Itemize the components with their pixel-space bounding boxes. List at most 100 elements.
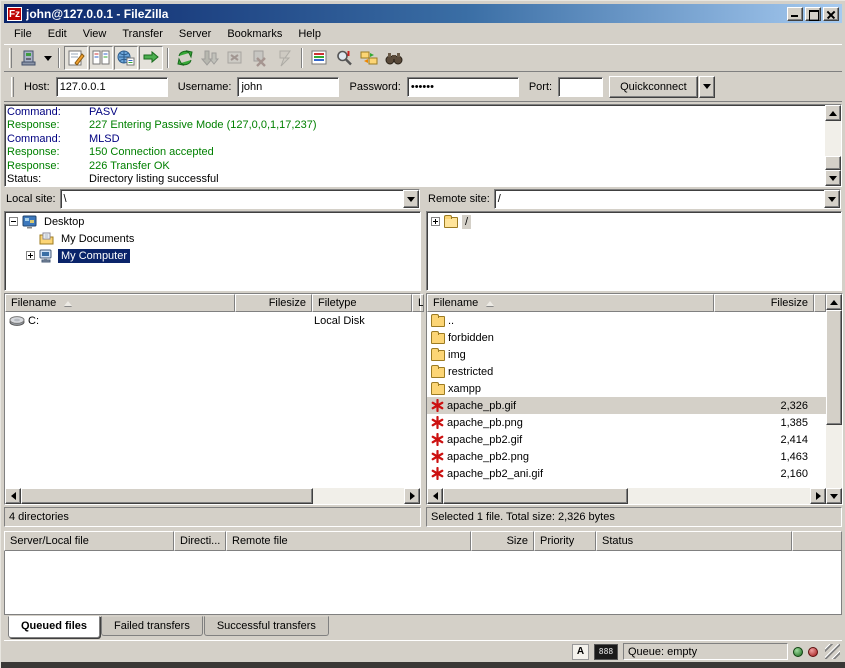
toggle-remote-tree-button[interactable]	[114, 46, 138, 70]
tab-failed-transfers[interactable]: Failed transfers	[101, 616, 203, 636]
queue-list[interactable]	[4, 551, 842, 615]
column-header-size[interactable]: Size	[471, 531, 534, 551]
resize-grip[interactable]	[825, 644, 840, 659]
minimize-button[interactable]	[787, 7, 803, 21]
directory-comparison-icon	[360, 49, 378, 67]
scroll-up-button[interactable]	[826, 294, 842, 310]
title-bar[interactable]: Fz john@127.0.0.1 - FileZilla	[4, 4, 842, 23]
file-row[interactable]: apache_pb2_ani.gif 2,160	[427, 465, 826, 482]
remote-vertical-scrollbar[interactable]	[826, 294, 842, 504]
combo-dropdown-button[interactable]	[403, 190, 419, 208]
local-horizontal-scrollbar[interactable]	[5, 488, 420, 504]
file-row[interactable]: xampp	[427, 380, 826, 397]
scroll-down-button[interactable]	[826, 488, 842, 504]
expand-icon[interactable]	[431, 217, 440, 226]
scrollbar-thumb[interactable]	[443, 488, 628, 504]
tab-successful-transfers[interactable]: Successful transfers	[204, 616, 329, 636]
quickconnect-dropdown[interactable]	[699, 76, 715, 98]
password-input[interactable]	[407, 77, 519, 97]
menu-bookmarks[interactable]: Bookmarks	[219, 25, 290, 43]
site-manager-button[interactable]	[16, 46, 40, 70]
window-title: john@127.0.0.1 - FileZilla	[26, 7, 787, 21]
process-queue-icon	[201, 49, 219, 67]
file-row[interactable]: forbidden	[427, 329, 826, 346]
scroll-left-button[interactable]	[5, 488, 21, 504]
port-input[interactable]	[558, 77, 603, 97]
scroll-right-button[interactable]	[404, 488, 420, 504]
queue-tabs: Queued files Failed transfers Successful…	[4, 615, 842, 640]
username-input[interactable]	[237, 77, 339, 97]
password-label: Password:	[349, 81, 400, 93]
column-header-remote-file[interactable]: Remote file	[226, 531, 471, 551]
reconnect-button[interactable]	[273, 46, 297, 70]
menu-transfer[interactable]: Transfer	[114, 25, 171, 43]
collapse-icon[interactable]	[9, 217, 18, 226]
quickconnect-button[interactable]: Quickconnect	[609, 76, 698, 98]
file-row[interactable]: apache_pb2.png 1,463	[427, 448, 826, 465]
column-header-direction[interactable]: Directi...	[174, 531, 226, 551]
toggle-message-log-button[interactable]	[64, 46, 88, 70]
speed-limit-indicator[interactable]: 888	[594, 644, 618, 660]
file-row[interactable]: apache_pb.png 1,385	[427, 414, 826, 431]
file-row[interactable]: restricted	[427, 363, 826, 380]
menu-help[interactable]: Help	[290, 25, 329, 43]
close-button[interactable]	[823, 7, 839, 21]
menu-file[interactable]: File	[6, 25, 40, 43]
file-row[interactable]: ..	[427, 312, 826, 329]
maximize-button[interactable]	[805, 7, 821, 21]
scrollbar-thumb[interactable]	[825, 156, 841, 170]
disconnect-button[interactable]	[248, 46, 272, 70]
open-folder-icon	[444, 215, 458, 228]
cancel-operation-button[interactable]	[223, 46, 247, 70]
menu-edit[interactable]: Edit	[40, 25, 75, 43]
column-header-filesize[interactable]: Filesize	[235, 294, 312, 312]
scroll-up-button[interactable]	[825, 105, 841, 121]
host-input[interactable]	[56, 77, 168, 97]
log-scrollbar[interactable]	[825, 105, 841, 186]
remote-site-combobox[interactable]: /	[494, 189, 841, 209]
scroll-right-button[interactable]	[810, 488, 826, 504]
column-header-filetype[interactable]: Filetype	[312, 294, 412, 312]
tree-item-my-computer[interactable]: My Computer	[5, 247, 420, 264]
tree-item-desktop[interactable]: Desktop	[5, 213, 420, 230]
scroll-down-button[interactable]	[825, 170, 841, 186]
tab-queued-files[interactable]: Queued files	[8, 616, 100, 638]
username-label: Username:	[178, 81, 232, 93]
directory-comparison-button[interactable]	[357, 46, 381, 70]
column-header-filename[interactable]: Filename	[5, 294, 235, 312]
chevron-down-icon	[407, 197, 415, 202]
file-row-selected[interactable]: apache_pb.gif 2,326	[427, 397, 826, 414]
process-queue-button[interactable]	[198, 46, 222, 70]
toggle-transfer-queue-button[interactable]	[139, 46, 163, 70]
column-header-filename[interactable]: Filename	[427, 294, 714, 312]
menu-server[interactable]: Server	[171, 25, 219, 43]
toggle-local-tree-button[interactable]	[89, 46, 113, 70]
tree-item-my-documents[interactable]: My Documents	[5, 230, 420, 247]
folder-icon	[431, 348, 445, 361]
column-header-status[interactable]: Status	[596, 531, 792, 551]
quickbar-grip[interactable]	[11, 77, 14, 97]
refresh-button[interactable]	[173, 46, 197, 70]
scrollbar-thumb[interactable]	[826, 310, 842, 425]
toolbar-grip[interactable]	[9, 48, 12, 68]
file-row[interactable]: img	[427, 346, 826, 363]
file-search-button[interactable]	[332, 46, 356, 70]
directory-listing-filters-button[interactable]	[307, 46, 331, 70]
local-site-combobox[interactable]: \	[60, 189, 420, 209]
file-row-c-drive[interactable]: C: Local Disk	[5, 312, 420, 329]
transfer-type-indicator[interactable]: A	[572, 644, 589, 660]
combo-dropdown-button[interactable]	[824, 190, 840, 208]
scrollbar-thumb[interactable]	[21, 488, 313, 504]
remote-horizontal-scrollbar[interactable]	[427, 488, 826, 504]
column-header-server-local-file[interactable]: Server/Local file	[4, 531, 174, 551]
scroll-left-button[interactable]	[427, 488, 443, 504]
column-header-priority[interactable]: Priority	[534, 531, 596, 551]
synchronized-browsing-button[interactable]	[382, 46, 406, 70]
tree-item-label: My Documents	[58, 232, 137, 246]
expand-icon[interactable]	[26, 251, 35, 260]
file-row[interactable]: apache_pb2.gif 2,414	[427, 431, 826, 448]
site-manager-dropdown[interactable]	[41, 46, 54, 70]
menu-view[interactable]: View	[75, 25, 115, 43]
tree-item-root[interactable]: /	[427, 213, 841, 230]
column-header-filesize[interactable]: Filesize	[714, 294, 814, 312]
